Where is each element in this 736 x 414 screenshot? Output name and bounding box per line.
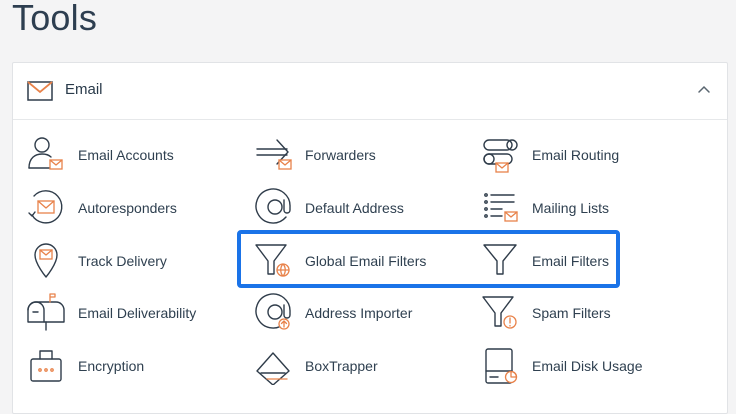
routing-switch-icon: [483, 139, 518, 173]
tool-label: Track Delivery: [78, 253, 167, 269]
tool-label: Email Accounts: [78, 147, 174, 163]
tool-label: Global Email Filters: [305, 253, 427, 269]
global-filter-icon: [255, 244, 290, 277]
lock-box-icon: [30, 350, 62, 382]
chevron-up-icon[interactable]: [697, 83, 711, 97]
tool-label: Encryption: [78, 358, 145, 374]
disk-usage-icon: [485, 348, 518, 384]
spam-filter-icon: [482, 296, 517, 329]
address-importer-icon: [255, 293, 291, 330]
tool-label: Autoresponders: [78, 200, 177, 216]
user-email-icon: [28, 137, 63, 170]
box-trapper-icon: [256, 352, 290, 385]
tool-label: Email Routing: [532, 147, 620, 163]
funnel-icon: [483, 244, 517, 275]
mailbox-icon: [27, 293, 65, 331]
forward-arrow-icon: [256, 139, 292, 170]
tool-label: Address Importer: [305, 305, 413, 321]
page-title: Tools: [12, 0, 98, 38]
tool-label: Forwarders: [305, 147, 376, 163]
tool-label: Mailing Lists: [532, 200, 610, 216]
email-section-title: Email: [65, 81, 103, 98]
tool-label: Email Filters: [532, 253, 610, 269]
tool-label: Email Disk Usage: [532, 358, 643, 374]
autoresponder-icon: [28, 190, 63, 224]
tool-label: Default Address: [305, 200, 404, 216]
tool-label: BoxTrapper: [305, 358, 378, 374]
map-pin-icon: [34, 243, 58, 278]
at-sign-icon: [255, 188, 291, 224]
mailing-list-icon: [484, 193, 518, 222]
envelope-icon: [27, 81, 53, 101]
email-section-header[interactable]: Email: [13, 63, 727, 120]
tool-label: Spam Filters: [532, 305, 611, 321]
tool-label: Email Deliverability: [78, 305, 197, 321]
